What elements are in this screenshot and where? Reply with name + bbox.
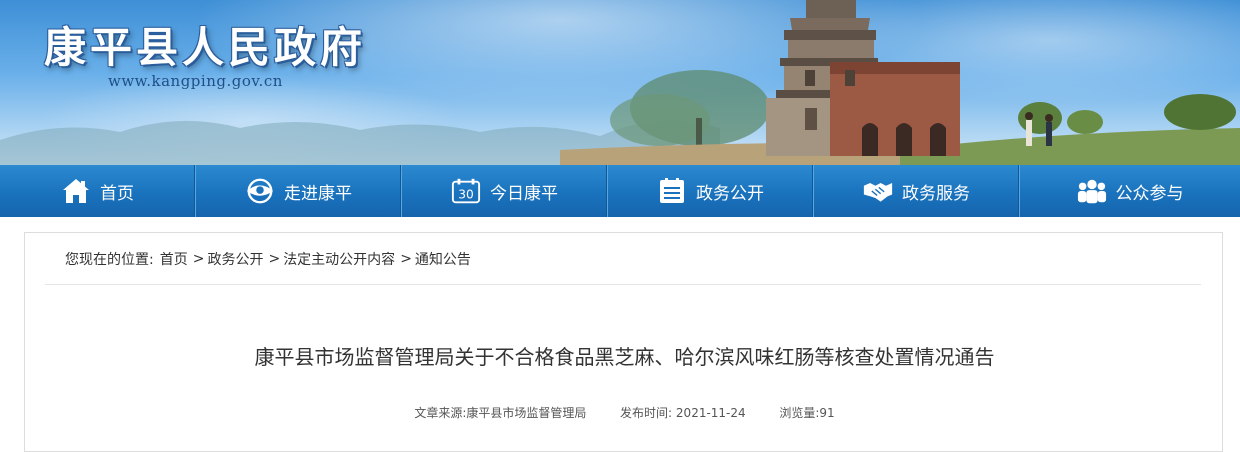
calendar-30-icon: 30 <box>451 176 481 206</box>
date-label: 发布时间: <box>620 406 673 420</box>
nav-item-about-kangping[interactable]: 走进康平 <box>194 165 401 217</box>
breadcrumb-link-home[interactable]: 首页 <box>160 249 188 269</box>
map-eye-icon <box>245 176 275 206</box>
views-label: 浏览量: <box>779 406 820 420</box>
document-list-icon <box>657 176 687 206</box>
header-banner: 康平县人民政府 www.kangping.gov.cn <box>0 0 1240 165</box>
nav-label: 今日康平 <box>490 183 558 204</box>
nav-item-government-services[interactable]: 政务服务 <box>812 165 1019 217</box>
site-title: 康平县人民政府 <box>44 23 367 72</box>
breadcrumb-link-statutory-disclosure[interactable]: 法定主动公开内容 <box>283 249 395 269</box>
breadcrumb-separator: > <box>192 251 205 267</box>
breadcrumb-prefix: 您现在的位置: <box>65 252 154 268</box>
nav-item-home[interactable]: 首页 <box>0 165 195 217</box>
source-value: 康平县市场监督管理局 <box>466 406 587 420</box>
nav-label: 政务公开 <box>696 183 764 204</box>
breadcrumb-divider <box>45 284 1201 285</box>
date-value: 2021-11-24 <box>675 406 746 420</box>
breadcrumb-separator: > <box>400 251 412 267</box>
svg-text:30: 30 <box>458 188 474 202</box>
nav-item-public-participation[interactable]: 公众参与 <box>1018 165 1240 217</box>
breadcrumb-link-government-affairs-open[interactable]: 政务公开 <box>207 249 263 269</box>
breadcrumb: 您现在的位置: 首页 > 政务公开 > 法定主动公开内容 > 通知公告 <box>65 249 471 269</box>
home-icon <box>61 176 91 206</box>
nav-label: 政务服务 <box>902 183 970 204</box>
views-value: 91 <box>819 406 835 420</box>
breadcrumb-link-notices[interactable]: 通知公告 <box>415 249 471 269</box>
handshake-icon <box>863 176 893 206</box>
people-icon <box>1077 176 1107 206</box>
breadcrumb-separator: > <box>268 251 281 267</box>
site-url: www.kangping.gov.cn <box>108 72 283 90</box>
article-meta: 文章来源:康平县市场监督管理局 发布时间: 2021-11-24 浏览量:91 <box>25 404 1224 421</box>
source-label: 文章来源: <box>414 406 467 420</box>
nav-label: 走进康平 <box>284 183 352 204</box>
nav-item-government-affairs-open[interactable]: 政务公开 <box>606 165 813 217</box>
article-title: 康平县市场监督管理局关于不合格食品黑芝麻、哈尔滨风味红肠等核查处置情况通告 <box>254 345 995 369</box>
content-frame: 您现在的位置: 首页 > 政务公开 > 法定主动公开内容 > 通知公告 康平县市… <box>24 232 1223 452</box>
nav-label: 公众参与 <box>1115 183 1184 204</box>
nav-item-today-kangping[interactable]: 30 今日康平 <box>400 165 607 217</box>
main-nav: 首页 走进康平 30 今日康平 政务公开 政务服务 公众参与 <box>0 165 1240 217</box>
nav-label: 首页 <box>100 183 134 204</box>
